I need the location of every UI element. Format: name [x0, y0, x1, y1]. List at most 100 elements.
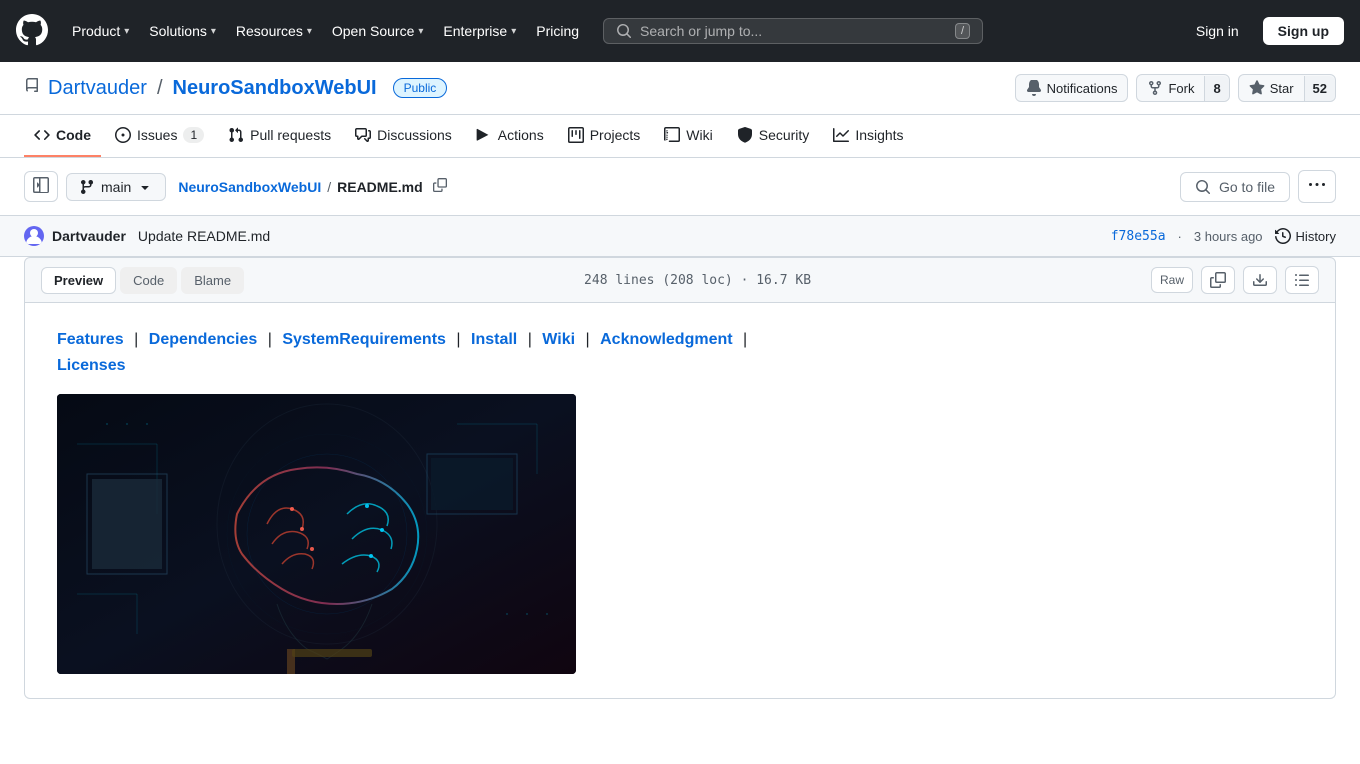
repo-actions: Notifications Fork 8 Star 52	[1015, 74, 1336, 102]
github-logo[interactable]	[16, 14, 48, 49]
copy-icon	[1210, 272, 1226, 288]
issue-icon	[115, 127, 131, 143]
link-acknowledgment[interactable]: Acknowledgment	[600, 331, 732, 348]
nav-solutions[interactable]: Solutions ▾	[141, 17, 224, 45]
nav-wiki[interactable]: Wiki	[654, 115, 722, 157]
toolbar-left: main NeuroSandboxWebUI / README.md	[24, 171, 447, 202]
brain-svg	[57, 394, 576, 674]
chevron-down-icon: ▾	[511, 26, 516, 37]
brain-image-placeholder	[57, 394, 576, 674]
download-button[interactable]	[1243, 266, 1277, 294]
nav-insights[interactable]: Insights	[823, 115, 913, 157]
raw-button[interactable]: Raw	[1151, 267, 1193, 293]
wiki-icon	[664, 127, 680, 143]
sidebar-icon	[33, 177, 49, 193]
nav-code[interactable]: Code	[24, 115, 101, 157]
file-header: Preview Code Blame 248 lines (208 loc) ·…	[24, 257, 1336, 303]
breadcrumb-sep: /	[327, 179, 331, 195]
sidebar-toggle-button[interactable]	[24, 171, 58, 202]
file-toolbar: main NeuroSandboxWebUI / README.md Go to…	[0, 158, 1360, 215]
commit-time-label: 3 hours ago	[1194, 229, 1263, 244]
repo-header: Dartvauder / NeuroSandboxWebUI Public No…	[0, 62, 1360, 115]
link-wiki[interactable]: Wiki	[542, 331, 575, 348]
notifications-button[interactable]: Notifications	[1015, 74, 1129, 102]
copy-icon	[433, 178, 447, 192]
code-icon	[34, 127, 50, 143]
commit-message: Update README.md	[138, 228, 270, 244]
more-icon	[1309, 177, 1325, 193]
actions-icon	[476, 127, 492, 143]
security-icon	[737, 127, 753, 143]
signin-button[interactable]: Sign in	[1184, 18, 1251, 44]
nav-opensource[interactable]: Open Source ▾	[324, 17, 432, 45]
file-view-tabs: Preview Code Blame	[41, 267, 244, 294]
copy-path-button[interactable]	[433, 178, 447, 195]
nav-resources[interactable]: Resources ▾	[228, 17, 320, 45]
pr-icon	[228, 127, 244, 143]
search-icon	[1195, 179, 1211, 195]
search-icon	[616, 23, 632, 39]
more-options-button[interactable]	[1298, 170, 1336, 203]
nav-actions[interactable]: Actions	[466, 115, 554, 157]
projects-icon	[568, 127, 584, 143]
repo-icon	[24, 77, 40, 100]
nav-security[interactable]: Security	[727, 115, 820, 157]
nav-pullrequests[interactable]: Pull requests	[218, 115, 341, 157]
file-stats: 248 lines (208 loc) · 16.7 KB	[584, 273, 811, 288]
commit-author[interactable]: Dartvauder	[52, 228, 126, 244]
chevron-down-icon	[137, 179, 153, 195]
list-icon	[1294, 272, 1310, 288]
link-features[interactable]: Features	[57, 331, 124, 348]
history-button[interactable]: History	[1275, 228, 1336, 244]
preview-tab[interactable]: Preview	[41, 267, 116, 294]
signup-button[interactable]: Sign up	[1263, 17, 1344, 45]
copy-raw-button[interactable]	[1201, 266, 1235, 294]
star-button[interactable]: Star 52	[1238, 74, 1336, 102]
discussions-icon	[355, 127, 371, 143]
header-actions: Sign in Sign up	[1184, 17, 1344, 45]
file-actions: Raw	[1151, 266, 1319, 294]
readme-content: Features | Dependencies | SystemRequirem…	[24, 303, 1336, 699]
branch-selector[interactable]: main	[66, 173, 166, 201]
repo-name-link[interactable]: NeuroSandboxWebUI	[173, 77, 377, 100]
repo-owner-link[interactable]: Dartvauder	[48, 77, 147, 100]
link-install[interactable]: Install	[471, 331, 517, 348]
blame-tab[interactable]: Blame	[181, 267, 244, 294]
nav-pricing[interactable]: Pricing	[528, 17, 587, 45]
commit-time: ·	[1178, 229, 1182, 244]
fork-button[interactable]: Fork 8	[1136, 74, 1229, 102]
breadcrumb-repo-link[interactable]: NeuroSandboxWebUI	[178, 179, 321, 195]
search-shortcut: /	[955, 23, 970, 39]
nav-product[interactable]: Product ▾	[64, 17, 137, 45]
toolbar-right: Go to file	[1180, 170, 1336, 203]
readme-nav-links: Features | Dependencies | SystemRequirem…	[57, 327, 1303, 378]
link-licenses[interactable]: Licenses	[57, 357, 125, 374]
list-view-button[interactable]	[1285, 266, 1319, 294]
chevron-down-icon: ▾	[418, 26, 423, 37]
nav-discussions[interactable]: Discussions	[345, 115, 462, 157]
breadcrumb: NeuroSandboxWebUI / README.md	[178, 178, 446, 195]
search-input[interactable]	[640, 23, 947, 39]
nav-projects[interactable]: Projects	[558, 115, 651, 157]
code-tab[interactable]: Code	[120, 267, 177, 294]
nav-issues[interactable]: Issues 1	[105, 115, 214, 157]
main-nav: Product ▾ Solutions ▾ Resources ▾ Open S…	[64, 17, 587, 45]
branch-icon	[79, 179, 95, 195]
history-icon	[1275, 228, 1291, 244]
breadcrumb-current-file: README.md	[337, 179, 423, 195]
repo-nav: Code Issues 1 Pull requests Discussions …	[0, 115, 1360, 158]
link-systemrequirements[interactable]: SystemRequirements	[282, 331, 446, 348]
commit-info: Dartvauder Update README.md	[24, 226, 270, 246]
visibility-badge: Public	[393, 78, 448, 98]
link-dependencies[interactable]: Dependencies	[149, 331, 257, 348]
goto-file-button[interactable]: Go to file	[1180, 172, 1290, 202]
search-bar[interactable]: /	[603, 18, 983, 44]
fork-icon	[1147, 80, 1163, 96]
issues-count-badge: 1	[183, 127, 204, 143]
main-header: Product ▾ Solutions ▾ Resources ▾ Open S…	[0, 0, 1360, 62]
commit-hash-link[interactable]: f78e55a	[1111, 229, 1166, 244]
nav-enterprise[interactable]: Enterprise ▾	[435, 17, 524, 45]
bell-icon	[1026, 80, 1042, 96]
download-icon	[1252, 272, 1268, 288]
readme-banner-image	[57, 394, 1303, 674]
